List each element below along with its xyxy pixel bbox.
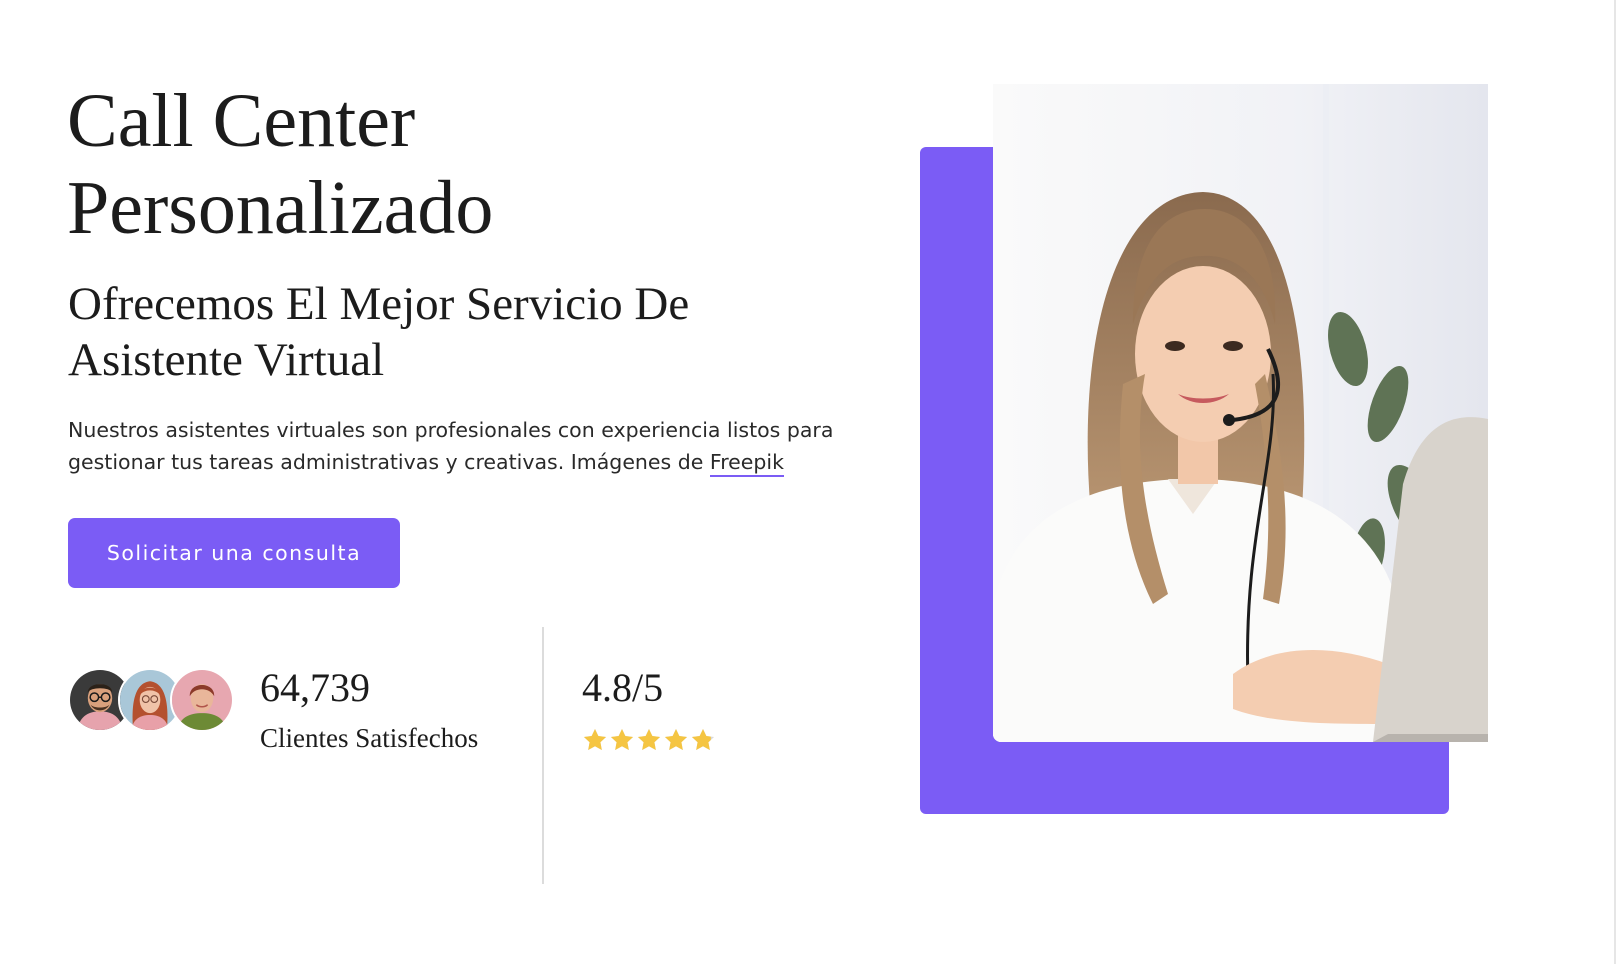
- hero-photo: [993, 84, 1488, 742]
- star-icon: [583, 728, 607, 750]
- rating-stars: [582, 727, 716, 753]
- star-icon: [664, 728, 688, 750]
- hero-description: Nuestros asistentes virtuales son profes…: [68, 414, 868, 478]
- rating-value: 4.8/5: [582, 665, 664, 710]
- satisfied-clients-count: 64,739: [260, 665, 370, 710]
- hero-subtitle-line1: Ofrecemos El Mejor Servicio De: [68, 278, 690, 330]
- star-icon: [610, 728, 634, 750]
- freepik-link[interactable]: Freepik: [709, 450, 784, 477]
- hero-subtitle: Ofrecemos El Mejor Servicio De Asistente…: [68, 276, 768, 388]
- star-icon: [637, 728, 661, 750]
- client-avatars: [68, 668, 236, 732]
- hero-title: Call Center Personalizado: [67, 78, 827, 252]
- hero-title-line2: Personalizado: [67, 166, 494, 250]
- hero-subtitle-line2: Asistente Virtual: [68, 334, 385, 386]
- satisfied-clients-label: Clientes Satisfechos: [260, 723, 479, 753]
- stats-divider: [542, 627, 544, 884]
- hero-title-line1: Call Center: [67, 79, 416, 163]
- woman-smiling-avatar: [170, 668, 234, 732]
- star-icon: [691, 728, 715, 750]
- request-consultation-button[interactable]: Solicitar una consulta: [68, 518, 400, 588]
